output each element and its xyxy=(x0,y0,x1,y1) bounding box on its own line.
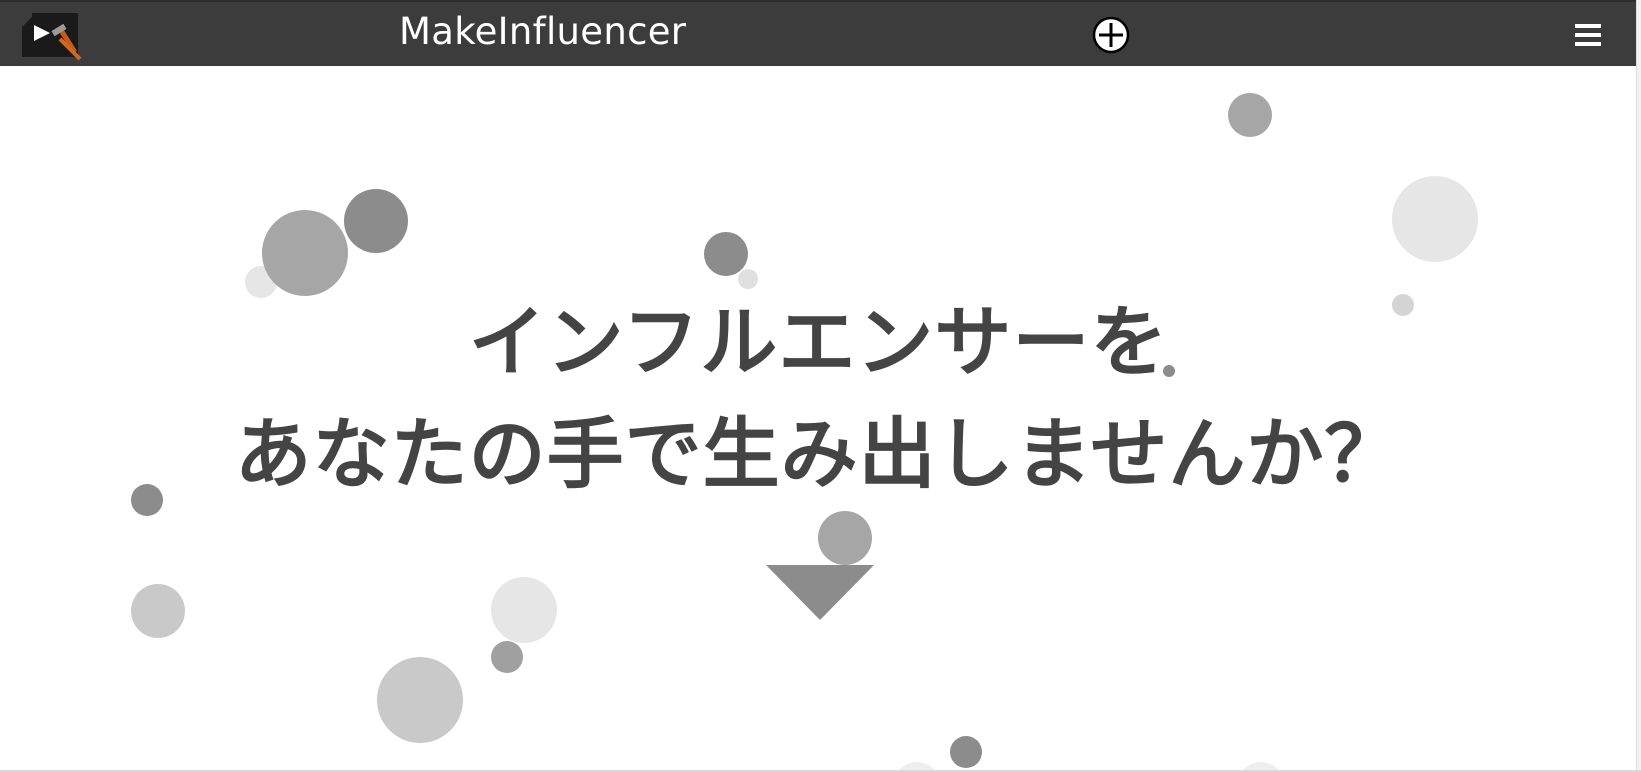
hero-line-2: あなたの手で生み出しませんか？ xyxy=(234,411,1403,500)
circle-bubble-icon xyxy=(377,657,463,743)
influencer-logo-icon[interactable] xyxy=(20,9,84,61)
hero-line-1: インフルエンサーを xyxy=(468,299,1169,388)
circle-bubble-icon xyxy=(1392,176,1478,262)
circle-bubble-icon xyxy=(1228,93,1272,137)
circle-bubble-icon xyxy=(950,736,982,768)
plus-circle-icon[interactable] xyxy=(1092,16,1130,54)
circle-bubble-icon xyxy=(131,584,185,638)
circle-bubble-icon xyxy=(704,232,748,276)
hamburger-menu-icon[interactable] xyxy=(1575,23,1601,47)
top-navigation-bar: MakeInfluencer xyxy=(0,0,1637,66)
circle-bubble-icon xyxy=(262,210,348,296)
circle-bubble-icon xyxy=(738,269,758,289)
circle-bubble-icon xyxy=(818,511,872,565)
landing-page: MakeInfluencer インフルエンサーを あなたの手で生み出しませんか？ xyxy=(0,0,1641,772)
circle-bubble-icon xyxy=(491,641,523,673)
brand-title[interactable]: MakeInfluencer xyxy=(399,10,686,54)
vertical-scrollbar[interactable] xyxy=(1636,0,1641,772)
down-triangle-icon[interactable] xyxy=(766,565,874,620)
hero-headline: インフルエンサーを あなたの手で生み出しませんか？ xyxy=(0,288,1637,512)
circle-bubble-icon xyxy=(491,577,557,643)
circle-bubble-icon xyxy=(344,189,408,253)
